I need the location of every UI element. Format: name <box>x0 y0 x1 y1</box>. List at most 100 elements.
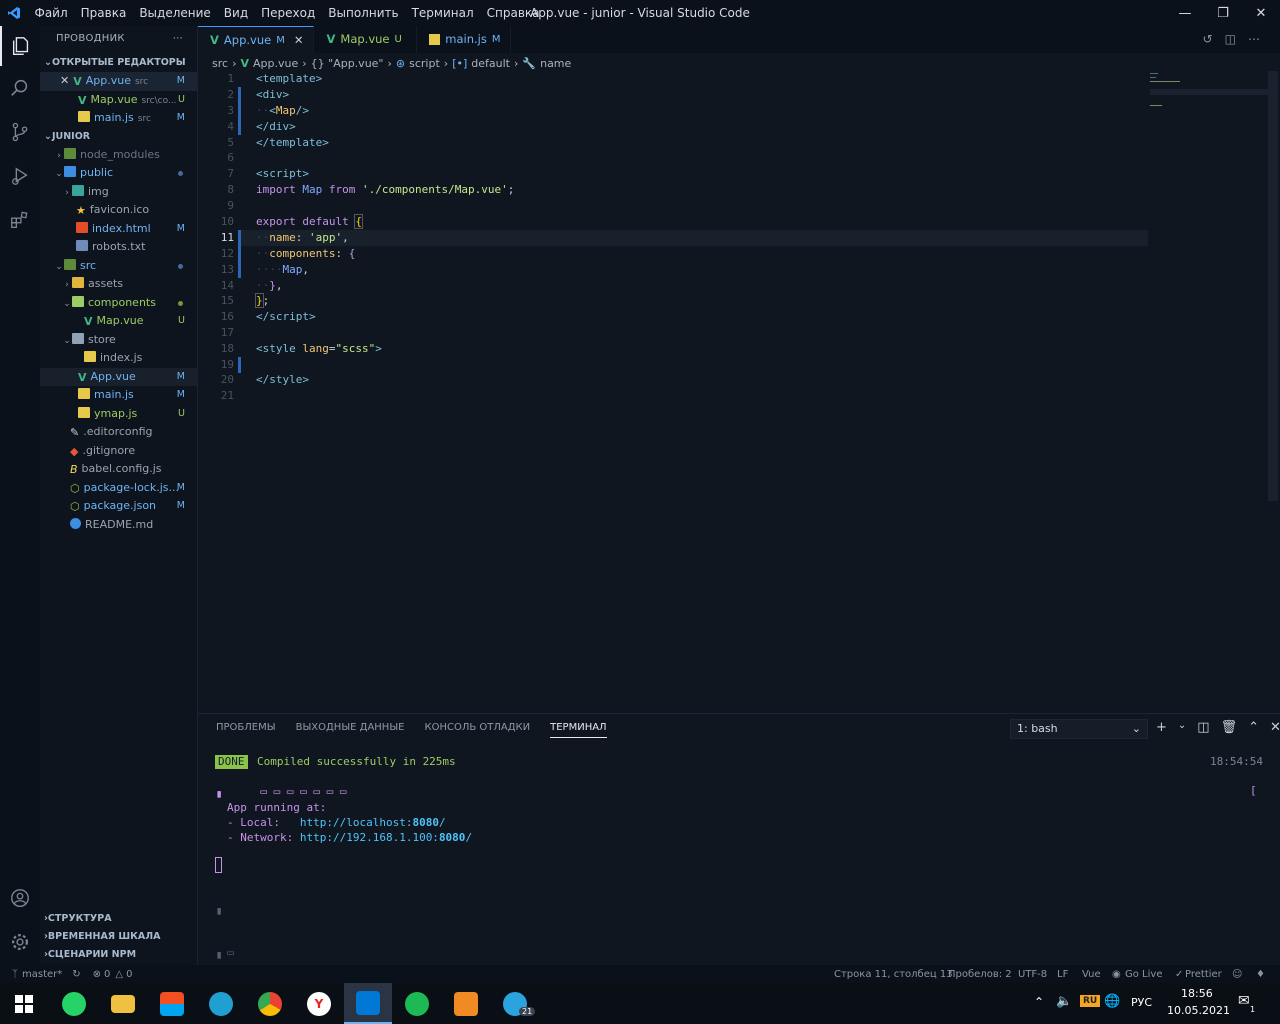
tree-ymap-js[interactable]: ymap.js U <box>40 405 197 424</box>
line-ending[interactable]: LF <box>1057 969 1068 980</box>
open-editor-main-js[interactable]: main.js src M <box>40 109 197 128</box>
tray-chevron-up-icon[interactable]: ⌃ <box>1034 995 1044 1009</box>
tree-main-js[interactable]: main.js M <box>40 386 197 405</box>
tab-main-js[interactable]: main.js M <box>417 26 512 53</box>
tree-robots[interactable]: robots.txt <box>40 238 197 257</box>
open-editors-section[interactable]: ⌄ОТКРЫТЫЕ РЕДАКТОРЫ <box>40 54 197 72</box>
menu-run[interactable]: Выполнить <box>322 0 405 26</box>
source-control-icon[interactable] <box>0 112 40 152</box>
clock-date[interactable]: 10.05.2021 <box>1167 1004 1230 1017</box>
open-editor-app-vue[interactable]: ✕ V App.vue src M <box>40 72 197 91</box>
language-mode[interactable]: Vue <box>1082 969 1101 980</box>
tree-src[interactable]: ⌄ src <box>40 257 197 276</box>
menu-selection[interactable]: Выделение <box>133 0 217 26</box>
extensions-icon[interactable] <box>0 200 40 240</box>
tree-store[interactable]: ⌄ store <box>40 331 197 350</box>
menu-file[interactable]: Файл <box>28 0 74 26</box>
tab-output[interactable]: ВЫХОДНЫЕ ДАННЫЕ <box>296 722 405 738</box>
close-window-icon[interactable]: ✕ <box>1242 0 1280 26</box>
terminal-select[interactable]: 1: bash ⌄ <box>1010 719 1148 739</box>
feedback-icon[interactable]: ☺ <box>1232 969 1242 980</box>
local-url[interactable]: http://localhost: <box>300 816 413 829</box>
tab-app-vue[interactable]: V App.vue M ✕ <box>198 26 315 54</box>
minimap[interactable] <box>1150 71 1270 121</box>
close-tab-icon[interactable]: ✕ <box>294 27 304 54</box>
restore-icon[interactable]: ❐ <box>1204 0 1242 26</box>
windows-start-icon[interactable] <box>0 983 48 1024</box>
tab-terminal[interactable]: ТЕРМИНАЛ <box>550 722 607 738</box>
run-debug-icon[interactable] <box>0 156 40 196</box>
chevron-down-icon[interactable]: ⌄ <box>1178 720 1186 735</box>
volume-icon[interactable]: 🔈 <box>1056 994 1072 1009</box>
cursor-position[interactable]: Строка 11, столбец 13 <box>834 969 953 980</box>
tree-package-lock[interactable]: ⬡ package-lock.js... M <box>40 479 197 498</box>
tree-package-json[interactable]: ⬡ package.json M <box>40 497 197 516</box>
account-icon[interactable] <box>0 878 40 918</box>
tab-debug-console[interactable]: КОНСОЛЬ ОТЛАДКИ <box>424 722 530 738</box>
menu-go[interactable]: Переход <box>255 0 322 26</box>
search-icon[interactable] <box>0 68 40 108</box>
indentation[interactable]: Пробелов: 2 <box>948 969 1012 980</box>
input-language[interactable]: РУС <box>1131 996 1152 1009</box>
whatsapp-icon[interactable] <box>50 983 98 1024</box>
tree-img[interactable]: › img <box>40 183 197 202</box>
code-editor[interactable]: 1 2 3 4 5 6 7 8 9 10 11 12 13 14 15 16 17 18 19 20 21 <templ… <box>198 71 1278 711</box>
crumb-script[interactable]: script <box>409 57 440 70</box>
go-live-button[interactable]: Go Live <box>1125 969 1162 980</box>
store-icon[interactable] <box>148 983 196 1024</box>
tree-babel[interactable]: Bbabel.config.js <box>40 460 197 479</box>
tree-editorconfig[interactable]: ✎ .editorconfig <box>40 423 197 442</box>
tree-map-vue[interactable]: V Map.vue U <box>40 312 197 331</box>
file-explorer-icon[interactable] <box>99 983 147 1024</box>
encoding[interactable]: UTF-8 <box>1018 969 1047 980</box>
network-globe-icon[interactable]: 🌐 <box>1104 994 1120 1009</box>
error-count[interactable]: 0 <box>104 969 110 980</box>
tree-readme[interactable]: README.md <box>40 516 197 535</box>
tab-map-vue[interactable]: V Map.vue U <box>314 26 418 53</box>
yandex-browser-icon[interactable]: Y <box>295 983 343 1024</box>
tree-components[interactable]: ⌄ components <box>40 294 197 313</box>
tree-gitignore[interactable]: ◆ .gitignore <box>40 442 197 461</box>
crumb-file[interactable]: App.vue <box>253 57 298 70</box>
tree-public[interactable]: ⌄ public <box>40 164 197 183</box>
close-editor-icon[interactable]: ✕ <box>60 74 69 87</box>
app-orange-icon[interactable] <box>442 983 490 1024</box>
crumb-name[interactable]: name <box>540 57 571 70</box>
tab-problems[interactable]: ПРОБЛЕМЫ <box>216 722 276 738</box>
git-branch[interactable]: master* <box>22 969 62 980</box>
outline-section[interactable]: ›СТРУКТУРА <box>40 910 198 928</box>
editor-more-icon[interactable]: ⋯ <box>1248 32 1260 46</box>
new-terminal-icon[interactable]: + <box>1156 720 1167 735</box>
trash-icon[interactable]: 🗑 <box>1221 720 1238 735</box>
chrome-icon[interactable] <box>246 983 294 1024</box>
tree-index-html[interactable]: index.html M <box>40 220 197 239</box>
split-editor-icon[interactable]: ◫ <box>1225 32 1236 46</box>
edge-icon[interactable] <box>197 983 245 1024</box>
bell-icon[interactable]: ♦ <box>1256 969 1265 980</box>
maximize-panel-icon[interactable]: ⌃ <box>1248 720 1259 735</box>
prettier-status[interactable]: Prettier <box>1185 969 1222 980</box>
tree-node-modules[interactable]: › node_modules <box>40 146 197 165</box>
menu-terminal[interactable]: Терминал <box>405 0 480 26</box>
clock-time[interactable]: 18:56 <box>1181 987 1213 1000</box>
npm-scripts-section[interactable]: ›СЦЕНАРИИ NPM <box>40 946 198 964</box>
settings-gear-icon[interactable] <box>0 922 40 962</box>
sync-icon[interactable]: ↻ <box>72 969 80 980</box>
warning-count[interactable]: 0 <box>126 969 132 980</box>
menu-edit[interactable]: Правка <box>74 0 133 26</box>
timeline-section[interactable]: ›ВРЕМЕННАЯ ШКАЛА <box>40 928 198 946</box>
close-panel-icon[interactable]: ✕ <box>1270 720 1280 735</box>
open-changes-icon[interactable]: ↺ <box>1203 32 1213 46</box>
menu-view[interactable]: Вид <box>217 0 254 26</box>
open-editor-map-vue[interactable]: V Map.vue src\co... U <box>40 91 197 110</box>
tree-store-index[interactable]: index.js <box>40 349 197 368</box>
notifications-icon[interactable]: ✉ <box>1238 993 1250 1009</box>
network-url[interactable]: http://192.168.1.100: <box>300 831 439 844</box>
tree-favicon[interactable]: ★ favicon.ico <box>40 201 197 220</box>
crumb-default[interactable]: default <box>471 57 510 70</box>
crumb-module[interactable]: {} "App.vue" <box>311 57 384 70</box>
explorer-icon[interactable] <box>0 26 40 66</box>
telegram-icon[interactable]: 21 <box>491 983 539 1024</box>
crumb-src[interactable]: src <box>212 57 228 70</box>
tree-assets[interactable]: › assets <box>40 275 197 294</box>
